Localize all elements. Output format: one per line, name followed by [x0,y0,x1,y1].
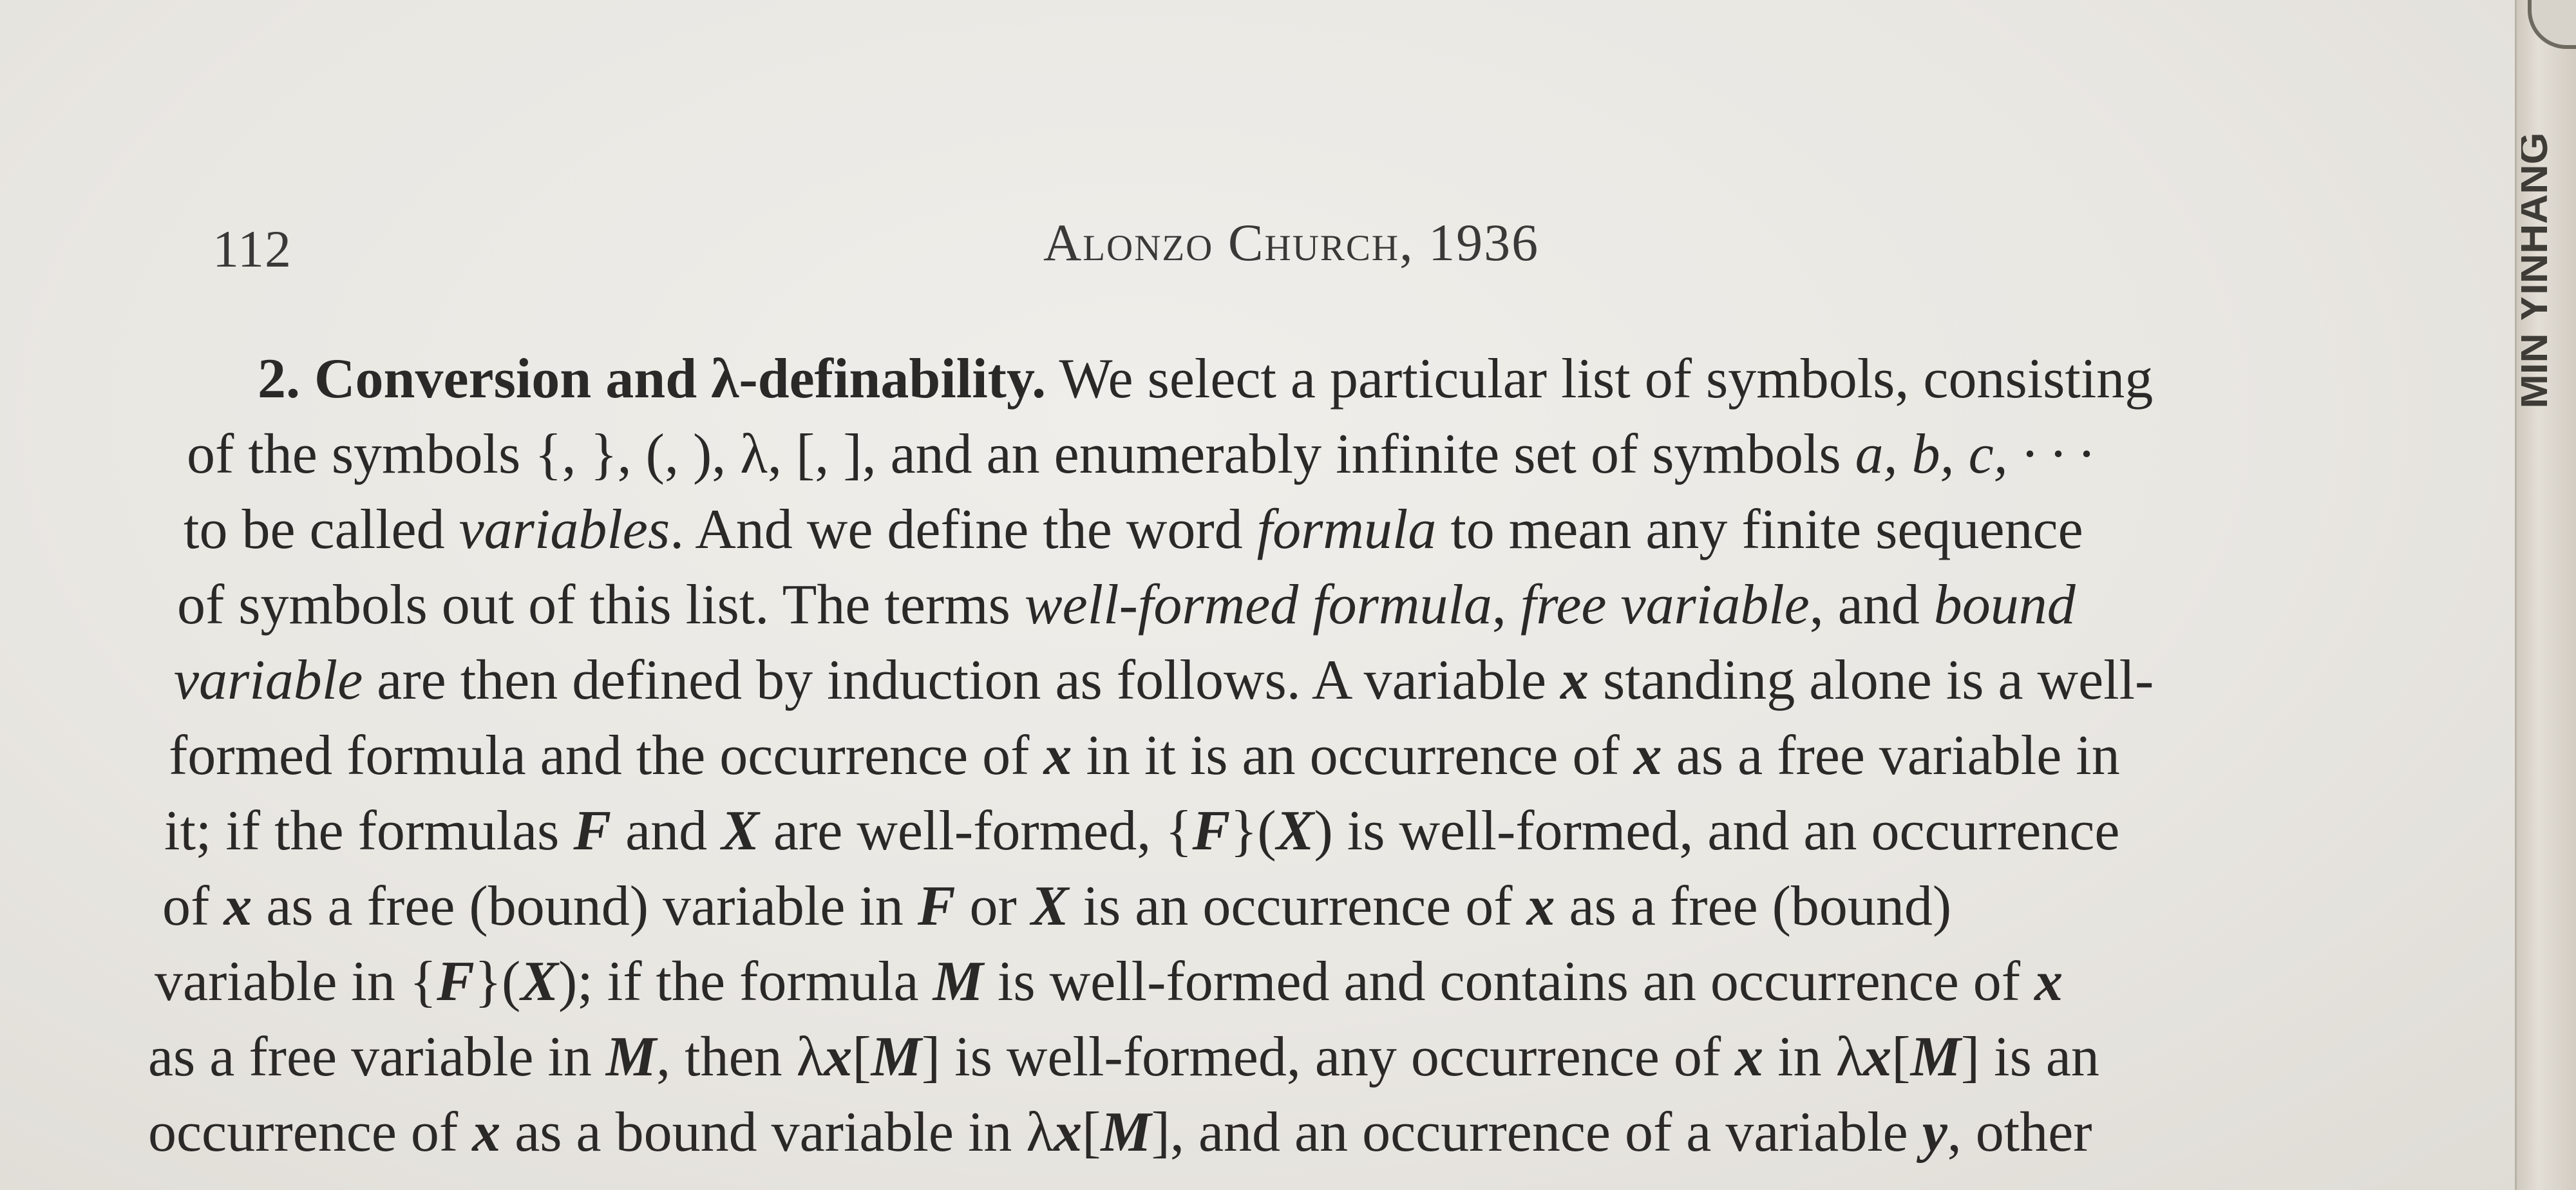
text-line-1: 2. Conversion and λ-definability. We sel… [148,341,2434,417]
var-F: F [917,875,956,938]
text-run: }( [474,950,521,1013]
var-M: M [933,950,983,1013]
text-run: , and [1809,574,1934,636]
var-M: M [1910,1026,1961,1088]
text-run: standing alone is a well- [1589,649,2154,712]
var-x: x [1054,1101,1083,1164]
var-x: x [1043,724,1072,787]
var-F: F [573,800,612,862]
term-bound: bound [1933,574,2076,636]
spine-sticker-text: MIN YINHANG [2521,132,2556,408]
text-run: as a bound variable in λ [500,1101,1054,1164]
text-run: are then defined by induction as follows… [363,649,1560,712]
text-run: variable in { [155,950,437,1013]
text-run: [ [1891,1026,1911,1088]
text-run: ] is an [1960,1026,2099,1088]
var-F: F [1192,800,1231,862]
var-X: X [1030,875,1069,938]
term-variables: variables [459,498,670,561]
var-M: M [605,1026,657,1088]
text-run: and [611,800,722,862]
section-title: Conversion and λ-definability. [314,348,1046,410]
section-number: 2. [258,348,300,410]
var-x: x [824,1026,853,1088]
text-run: is an occurrence of [1068,875,1527,938]
text-line-6: formed formula and the occurrence of x i… [148,718,2434,793]
text-run: , then λ [656,1026,824,1088]
var-X: X [721,800,759,862]
text-run: it; if the formulas [164,800,574,862]
term-formula: formula [1256,498,1437,561]
text-run: ], and an occurrence of a variable [1151,1101,1922,1164]
var-x: x [1526,875,1555,938]
text-line-10: as a free variable in M, then λx[M] is w… [148,1019,2434,1095]
text-run: ); if the formula [558,950,933,1013]
text-line-9: variable in {F}(X); if the formula M is … [148,944,2434,1019]
text-line-7: it; if the formulas F and X are well-for… [148,793,2434,869]
text-run: , other [1947,1101,2092,1164]
var-X: X [1276,800,1314,862]
book-page: 112 Alonzo Church, 1936 2. Conversion an… [0,0,2521,1190]
var-x: x [1863,1026,1892,1088]
text-run: We select a particular list of symbols, … [1059,348,2154,410]
text-line-2: of the symbols {, }, (, ), λ, [, ], and … [148,417,2434,492]
text-run: [ [852,1026,871,1088]
text-run: as a free (bound) variable in [252,875,918,938]
text-run: . And we define the word [670,498,1257,561]
text-run: ] is well-formed, any occurrence of [921,1026,1736,1088]
spine-sticker-text-graphic: MIN YINHANG [2521,132,2556,408]
term-well-formed-formula: well-formed formula [1024,574,1492,636]
text-run: ) is well-formed, and an occurrence [1314,800,2120,862]
body-paragraph: 2. Conversion and λ-definability. We sel… [148,341,2434,1170]
page-header: 112 Alonzo Church, 1936 [213,212,1678,290]
text-run: or [955,875,1031,938]
text-run: is well-formed and contains an occurrenc… [983,950,2035,1013]
text-run: of [162,875,224,938]
text-run: as a free (bound) [1555,875,1952,938]
term-variable: variable [174,649,363,712]
text-run: to be called [184,498,459,561]
term-free-variable: free variable [1520,574,1810,636]
var-x: x [1560,649,1589,712]
text-line-11: occurrence of x as a bound variable in λ… [148,1095,2434,1170]
text-run: of the symbols {, }, (, ), λ, [, ], and … [187,423,1855,486]
text-line-3: to be called variables. And we define th… [148,492,2434,567]
var-x: x [1633,724,1662,787]
text-run: of symbols out of this list. The terms [177,574,1025,636]
var-x: x [2034,950,2063,1013]
text-run: in it is an occurrence of [1072,724,1634,787]
running-head: Alonzo Church, 1936 [1043,213,1540,272]
text-run: , [1492,574,1520,636]
text-run: }( [1230,800,1276,862]
text-run: formed formula and the occurrence of [169,724,1044,787]
text-run: [ [1082,1101,1101,1164]
text-run: in λ [1763,1026,1864,1088]
var-y: y [1922,1101,1947,1164]
var-X: X [520,950,559,1013]
var-M: M [871,1026,922,1088]
var-x: x [1735,1026,1764,1088]
text-run: are well-formed, { [759,800,1193,862]
text-run: to mean any finite sequence [1436,498,2083,561]
text-line-5: variable are then defined by induction a… [148,643,2434,718]
var-M: M [1101,1101,1151,1164]
var-x: x [472,1101,501,1164]
text-run: as a free variable in [148,1026,606,1088]
text-line-4: of symbols out of this list. The terms w… [148,567,2434,643]
spine-sticker: MIN YINHANG [2521,39,2573,502]
text-line-8: of x as a free (bound) variable in F or … [148,869,2434,944]
page-number: 112 [213,220,292,278]
variables-list: a, b, c, · · · [1855,423,2093,486]
var-x: x [223,875,252,938]
text-run: as a free variable in [1662,724,2120,787]
text-run: occurrence of [148,1101,473,1164]
var-F: F [437,950,475,1013]
